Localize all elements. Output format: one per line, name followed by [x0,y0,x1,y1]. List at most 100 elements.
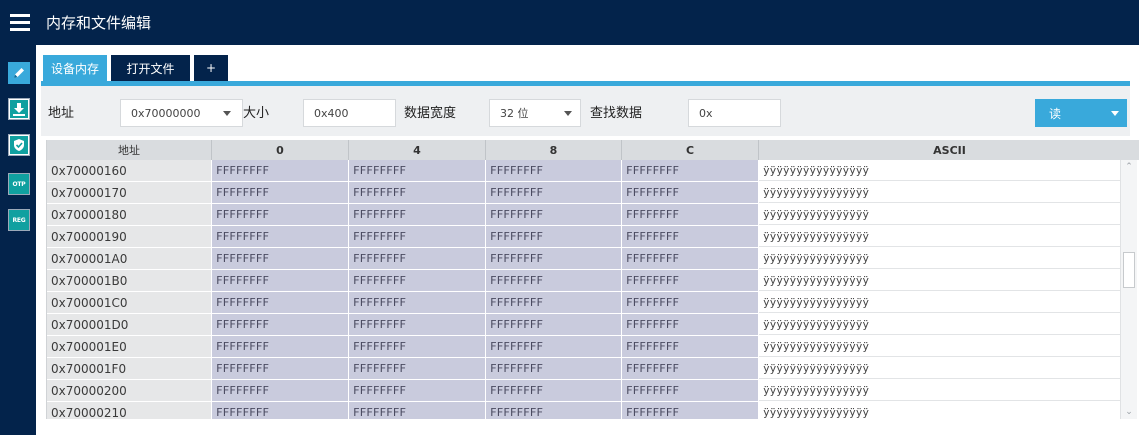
row-value-c[interactable]: FFFFFFFF [622,292,759,313]
row-value-c[interactable]: FFFFFFFF [622,226,759,247]
row-value-0[interactable]: FFFFFFFF [212,402,349,419]
row-value-0[interactable]: FFFFFFFF [212,336,349,357]
column-header-0[interactable]: 0 [212,140,349,160]
row-ascii[interactable]: ÿÿÿÿÿÿÿÿÿÿÿÿÿÿÿÿ [759,358,1122,379]
column-header-8[interactable]: 8 [486,140,622,160]
row-address[interactable]: 0x700001C0 [47,292,212,313]
row-value-8[interactable]: FFFFFFFF [486,270,622,291]
column-header-address[interactable]: 地址 [47,140,212,160]
row-address[interactable]: 0x700001A0 [47,248,212,269]
row-value-4[interactable]: FFFFFFFF [349,182,486,203]
row-value-0[interactable]: FFFFFFFF [212,204,349,225]
row-value-c[interactable]: FFFFFFFF [622,248,759,269]
row-value-4[interactable]: FFFFFFFF [349,248,486,269]
row-ascii[interactable]: ÿÿÿÿÿÿÿÿÿÿÿÿÿÿÿÿ [759,314,1122,335]
row-value-8[interactable]: FFFFFFFF [486,292,622,313]
row-value-4[interactable]: FFFFFFFF [349,160,486,181]
row-value-4[interactable]: FFFFFFFF [349,314,486,335]
row-value-c[interactable]: FFFFFFFF [622,336,759,357]
row-value-8[interactable]: FFFFFFFF [486,226,622,247]
row-address[interactable]: 0x700001E0 [47,336,212,357]
row-address[interactable]: 0x70000170 [47,182,212,203]
find-data-input[interactable]: 0x [688,99,781,127]
table-row[interactable]: 0x700001B0 FFFFFFFF FFFFFFFF FFFFFFFF FFFFFF… [47,270,1122,292]
row-value-0[interactable]: FFFFFFFF [212,380,349,401]
row-value-4[interactable]: FFFFFFFF [349,380,486,401]
row-ascii[interactable]: ÿÿÿÿÿÿÿÿÿÿÿÿÿÿÿÿ [759,270,1122,291]
row-ascii[interactable]: ÿÿÿÿÿÿÿÿÿÿÿÿÿÿÿÿ [759,182,1122,203]
row-ascii[interactable]: ÿÿÿÿÿÿÿÿÿÿÿÿÿÿÿÿ [759,204,1122,225]
row-value-8[interactable]: FFFFFFFF [486,358,622,379]
row-address[interactable]: 0x70000160 [47,160,212,181]
row-value-c[interactable]: FFFFFFFF [622,358,759,379]
row-ascii[interactable]: ÿÿÿÿÿÿÿÿÿÿÿÿÿÿÿÿ [759,292,1122,313]
row-value-8[interactable]: FFFFFFFF [486,336,622,357]
row-value-0[interactable]: FFFFFFFF [212,270,349,291]
sidebar-item-reg[interactable]: REG [8,209,30,231]
row-address[interactable]: 0x70000210 [47,402,212,419]
row-value-8[interactable]: FFFFFFFF [486,314,622,335]
row-value-0[interactable]: FFFFFFFF [212,314,349,335]
row-value-c[interactable]: FFFFFFFF [622,160,759,181]
row-ascii[interactable]: ÿÿÿÿÿÿÿÿÿÿÿÿÿÿÿÿ [759,380,1122,401]
row-value-4[interactable]: FFFFFFFF [349,292,486,313]
tab-add-button[interactable]: + [194,55,228,81]
sidebar-item-download[interactable] [8,98,30,120]
sidebar-item-memory-edit[interactable] [8,62,30,84]
column-header-c[interactable]: C [622,140,759,160]
table-row[interactable]: 0x700001D0 FFFFFFFF FFFFFFFF FFFFFFFF FFFFFF… [47,314,1122,336]
table-row[interactable]: 0x700001A0 FFFFFFFF FFFFFFFF FFFFFFFF FFFFFF… [47,248,1122,270]
row-value-8[interactable]: FFFFFFFF [486,402,622,419]
row-value-4[interactable]: FFFFFFFF [349,270,486,291]
row-value-8[interactable]: FFFFFFFF [486,248,622,269]
row-value-4[interactable]: FFFFFFFF [349,226,486,247]
row-value-4[interactable]: FFFFFFFF [349,402,486,419]
row-value-c[interactable]: FFFFFFFF [622,380,759,401]
table-row[interactable]: 0x70000190 FFFFFFFF FFFFFFFF FFFFFFFF FFFFFF… [47,226,1122,248]
read-button[interactable]: 读 [1035,99,1127,127]
row-address[interactable]: 0x700001B0 [47,270,212,291]
row-value-0[interactable]: FFFFFFFF [212,182,349,203]
row-ascii[interactable]: ÿÿÿÿÿÿÿÿÿÿÿÿÿÿÿÿ [759,336,1122,357]
row-value-0[interactable]: FFFFFFFF [212,358,349,379]
table-row[interactable]: 0x70000180 FFFFFFFF FFFFFFFF FFFFFFFF FFFFFF… [47,204,1122,226]
table-row[interactable]: 0x700001C0 FFFFFFFF FFFFFFFF FFFFFFFF FFFFFF… [47,292,1122,314]
row-value-c[interactable]: FFFFFFFF [622,402,759,419]
grid-scrollbar[interactable]: ⌃ ⌄ [1120,160,1137,419]
row-value-c[interactable]: FFFFFFFF [622,182,759,203]
row-value-0[interactable]: FFFFFFFF [212,226,349,247]
scroll-down-icon[interactable]: ⌄ [1121,405,1137,419]
row-value-0[interactable]: FFFFFFFF [212,160,349,181]
address-select[interactable]: 0x70000000 [120,99,243,127]
row-value-c[interactable]: FFFFFFFF [622,314,759,335]
table-row[interactable]: 0x70000200 FFFFFFFF FFFFFFFF FFFFFFFF FFFFFF… [47,380,1122,402]
row-address[interactable]: 0x700001F0 [47,358,212,379]
menu-icon[interactable] [0,0,40,45]
table-row[interactable]: 0x700001F0 FFFFFFFF FFFFFFFF FFFFFFFF FFFFFF… [47,358,1122,380]
chevron-down-icon[interactable] [1111,111,1119,116]
column-header-ascii[interactable]: ASCII [759,140,1139,160]
scrollbar-thumb[interactable] [1123,252,1135,288]
scroll-up-icon[interactable]: ⌃ [1121,160,1137,174]
row-value-8[interactable]: FFFFFFFF [486,182,622,203]
row-value-8[interactable]: FFFFFFFF [486,160,622,181]
table-row[interactable]: 0x70000170 FFFFFFFF FFFFFFFF FFFFFFFF FFFFFF… [47,182,1122,204]
table-row[interactable]: 0x70000210 FFFFFFFF FFFFFFFF FFFFFFFF FFFFFF… [47,402,1122,419]
row-ascii[interactable]: ÿÿÿÿÿÿÿÿÿÿÿÿÿÿÿÿ [759,160,1122,181]
row-value-8[interactable]: FFFFFFFF [486,204,622,225]
row-value-8[interactable]: FFFFFFFF [486,380,622,401]
tab-open-file[interactable]: 打开文件 [111,55,190,81]
table-row[interactable]: 0x700001E0 FFFFFFFF FFFFFFFF FFFFFFFF FFFFFF… [47,336,1122,358]
row-address[interactable]: 0x70000190 [47,226,212,247]
row-value-0[interactable]: FFFFFFFF [212,292,349,313]
data-width-select[interactable]: 32 位 [489,99,581,127]
row-value-4[interactable]: FFFFFFFF [349,336,486,357]
row-address[interactable]: 0x700001D0 [47,314,212,335]
row-value-4[interactable]: FFFFFFFF [349,204,486,225]
row-value-0[interactable]: FFFFFFFF [212,248,349,269]
row-value-c[interactable]: FFFFFFFF [622,270,759,291]
sidebar-item-security[interactable] [8,134,30,156]
row-value-c[interactable]: FFFFFFFF [622,204,759,225]
row-ascii[interactable]: ÿÿÿÿÿÿÿÿÿÿÿÿÿÿÿÿ [759,248,1122,269]
sidebar-item-otp[interactable]: OTP [8,173,30,195]
